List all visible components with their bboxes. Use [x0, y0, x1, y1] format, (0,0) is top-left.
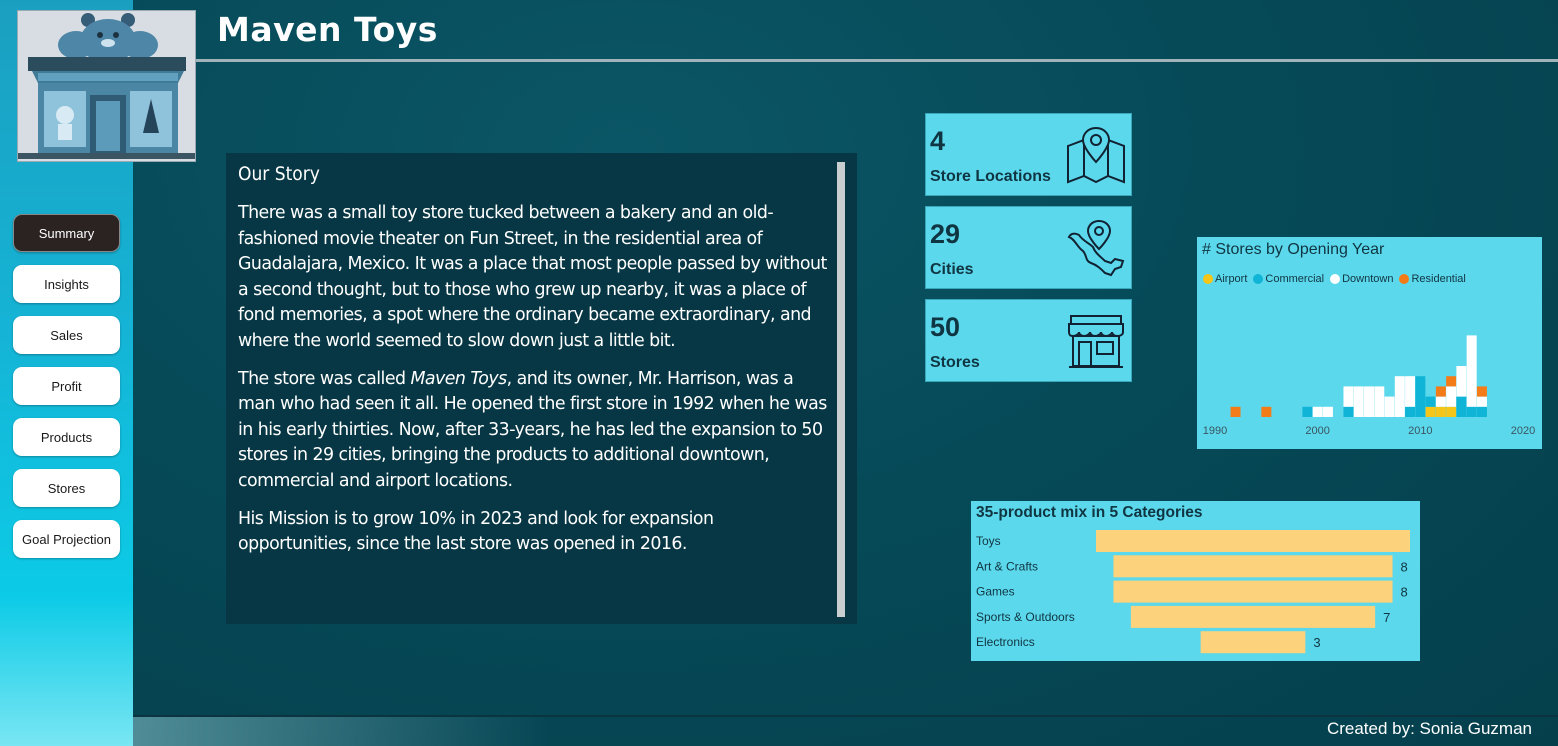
- storefront-icon: [1068, 315, 1124, 368]
- bar-commercial-2003: [1343, 406, 1354, 417]
- toy-store-icon: [18, 11, 195, 161]
- story-p2-prefix: The store was called: [238, 368, 411, 389]
- bar-games: [1113, 580, 1393, 603]
- category-label: Art & Crafts: [976, 559, 1038, 573]
- bar-airport-2012: [1435, 406, 1446, 417]
- category-label: Sports & Outdoors: [976, 610, 1075, 624]
- mexico-map-pin-icon: [1067, 219, 1125, 277]
- kpi-value: 50: [930, 312, 961, 342]
- bar-art-crafts: [1113, 555, 1393, 578]
- bar-downtown-2015: [1466, 335, 1477, 407]
- nav-stores-button[interactable]: Stores: [13, 469, 120, 507]
- bar-commercial-1999: [1302, 406, 1313, 417]
- story-p2-store-name: Maven Toys: [410, 368, 507, 389]
- kpi-value: 4: [930, 126, 946, 156]
- bar-airport-2013: [1446, 406, 1457, 417]
- story-title: Our Story: [238, 163, 320, 185]
- x-tick-label: 1990: [1203, 425, 1227, 437]
- bar-downtown-2006: [1374, 386, 1385, 417]
- category-label: Toys: [976, 534, 1001, 548]
- product-mix-plot: Toys Art & Crafts 8 Games 8 Sports & Outdoors…: [976, 530, 1410, 654]
- bar-downtown-2007: [1384, 396, 1395, 417]
- bar-residential-2016: [1476, 386, 1487, 397]
- product-mix-chart: 35-product mix in 5 Categories Toys Art &…: [971, 501, 1420, 661]
- bar-downtown-2013: [1446, 386, 1457, 407]
- nav-insights-button[interactable]: Insights: [13, 265, 120, 303]
- story-panel: Our Story There was a small toy store tu…: [226, 153, 857, 624]
- bar-residential-2013: [1446, 376, 1457, 387]
- bar-downtown-2012: [1435, 396, 1446, 407]
- toy-store-logo: [17, 10, 196, 162]
- bar-downtown-2016: [1476, 396, 1487, 407]
- nav-summary-button[interactable]: Summary: [13, 214, 120, 252]
- kpi-cities: 29 Cities: [925, 206, 1132, 289]
- bar-commercial-2011: [1425, 396, 1436, 407]
- bar-commercial-2014: [1456, 396, 1467, 417]
- x-tick-label: 2000: [1305, 425, 1329, 437]
- kpi-label: Store Locations: [930, 168, 1051, 185]
- category-label: Electronics: [976, 635, 1035, 649]
- bar-downtown-2000: [1312, 406, 1323, 417]
- bar-commercial-2010: [1415, 376, 1426, 417]
- data-label: 8: [1401, 559, 1408, 574]
- bar-downtown-2005: [1364, 386, 1374, 417]
- bar-commercial-2016: [1476, 406, 1487, 417]
- nav-products-button[interactable]: Products: [13, 418, 120, 456]
- nav-goal-projection-button[interactable]: Goal Projection: [13, 520, 120, 558]
- bar-commercial-2015: [1466, 406, 1477, 417]
- page-title: Maven Toys: [217, 10, 438, 49]
- header-divider: [196, 59, 1558, 62]
- bar-downtown-2001: [1322, 406, 1333, 417]
- story-paragraph-2: The store was called Maven Toys, and its…: [238, 367, 829, 495]
- kpi-store-locations: 4 Store Locations: [925, 113, 1132, 196]
- story-paragraph-1: There was a small toy store tucked betwe…: [238, 203, 827, 351]
- data-label: 3: [1313, 635, 1320, 650]
- bar-downtown-2014: [1456, 366, 1467, 397]
- kpi-value: 29: [930, 219, 961, 249]
- category-label: Games: [976, 585, 1015, 599]
- stores-by-year-plot: 1990 2000 2010 2020: [1203, 335, 1535, 437]
- nav-profit-button[interactable]: Profit: [13, 367, 120, 405]
- bar-downtown-2004: [1353, 386, 1364, 417]
- stores-by-year-chart: # Stores by Opening Year Airport Commerc…: [1197, 237, 1542, 449]
- bar-electronics: [1200, 631, 1306, 654]
- credit-text: Created by: Sonia Guzman: [1326, 719, 1532, 738]
- nav-sales-button[interactable]: Sales: [13, 316, 120, 354]
- footer-divider: [133, 715, 1558, 717]
- kpi-label: Stores: [930, 354, 980, 371]
- bar-sports-outdoors: [1130, 605, 1376, 628]
- data-label: 8: [1401, 585, 1408, 600]
- kpi-stores: 50 Stores: [925, 299, 1132, 382]
- bar-residential-2012: [1435, 386, 1446, 397]
- bar-residential-1995: [1261, 406, 1272, 417]
- bar-downtown-2003: [1343, 386, 1354, 407]
- bar-downtown-2008: [1394, 376, 1405, 417]
- bar-toys: [1096, 530, 1410, 552]
- x-tick-label: 2010: [1408, 425, 1432, 437]
- bar-commercial-2009: [1405, 406, 1416, 417]
- story-scrollbar[interactable]: [837, 162, 845, 617]
- bar-downtown-2009: [1405, 376, 1416, 407]
- map-pin-icon: [1067, 126, 1125, 184]
- kpi-label: Cities: [930, 261, 974, 278]
- bar-airport-2011: [1425, 406, 1436, 417]
- data-label: 7: [1383, 610, 1390, 625]
- story-paragraph-3: His Mission is to grow 10% in 2023 and l…: [238, 508, 714, 555]
- bar-residential-1992: [1230, 406, 1241, 417]
- x-tick-label: 2020: [1511, 425, 1535, 437]
- footer-glow: [133, 717, 553, 746]
